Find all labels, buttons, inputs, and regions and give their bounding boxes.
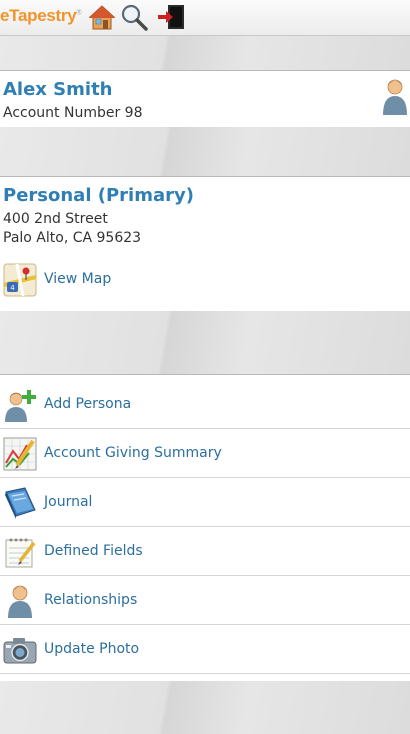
home-icon[interactable] xyxy=(88,3,116,31)
top-bar: eTapestry® xyxy=(0,0,410,36)
account-number: Account Number 98 xyxy=(3,105,143,121)
update-photo-label: Update Photo xyxy=(44,641,140,657)
notepad-icon xyxy=(5,538,36,568)
logout-icon[interactable] xyxy=(157,3,185,31)
chart-pencil-icon xyxy=(3,437,37,471)
address-line-1: 400 2nd Street xyxy=(3,211,108,227)
account-giving-summary-row[interactable]: Account Giving Summary xyxy=(0,429,410,478)
person-icon xyxy=(8,585,32,618)
address-card: Personal (Primary) 400 2nd Street Palo A… xyxy=(0,176,410,312)
defined-fields-label: Defined Fields xyxy=(44,543,143,559)
spacer-band xyxy=(0,36,410,70)
actions-list: Add Persona Account Giving Summary Journ… xyxy=(0,374,410,682)
etapestry-logo[interactable]: eTapestry® xyxy=(0,6,82,26)
defined-fields-row[interactable]: Defined Fields xyxy=(0,527,410,576)
address-title: Personal (Primary) xyxy=(3,185,194,206)
add-persona-row[interactable]: Add Persona xyxy=(0,380,410,429)
add-persona-label: Add Persona xyxy=(44,396,132,412)
map-icon[interactable]: 4 xyxy=(3,263,37,297)
view-map-link[interactable]: View Map xyxy=(44,271,111,287)
relationships-label: Relationships xyxy=(44,592,138,608)
search-icon[interactable] xyxy=(120,3,148,31)
camera-icon xyxy=(3,638,37,664)
update-photo-row[interactable]: Update Photo xyxy=(0,625,410,674)
spacer-band xyxy=(0,127,410,176)
logo-text: eTapestry xyxy=(0,6,77,25)
relationships-row[interactable]: Relationships xyxy=(0,576,410,625)
account-card: Alex Smith Account Number 98 xyxy=(0,70,410,128)
add-persona-icon xyxy=(5,390,36,422)
person-icon[interactable] xyxy=(382,77,408,115)
account-name: Alex Smith xyxy=(3,79,113,100)
address-line-2: Palo Alto, CA 95623 xyxy=(3,230,142,246)
journal-row[interactable]: Journal xyxy=(0,478,410,527)
svg-text:4: 4 xyxy=(10,284,15,292)
journal-icon xyxy=(5,487,36,519)
account-giving-summary-label: Account Giving Summary xyxy=(44,445,222,461)
logo-mark: ® xyxy=(76,9,82,17)
spacer-band xyxy=(0,681,410,734)
journal-label: Journal xyxy=(44,494,93,510)
spacer-band xyxy=(0,311,410,374)
